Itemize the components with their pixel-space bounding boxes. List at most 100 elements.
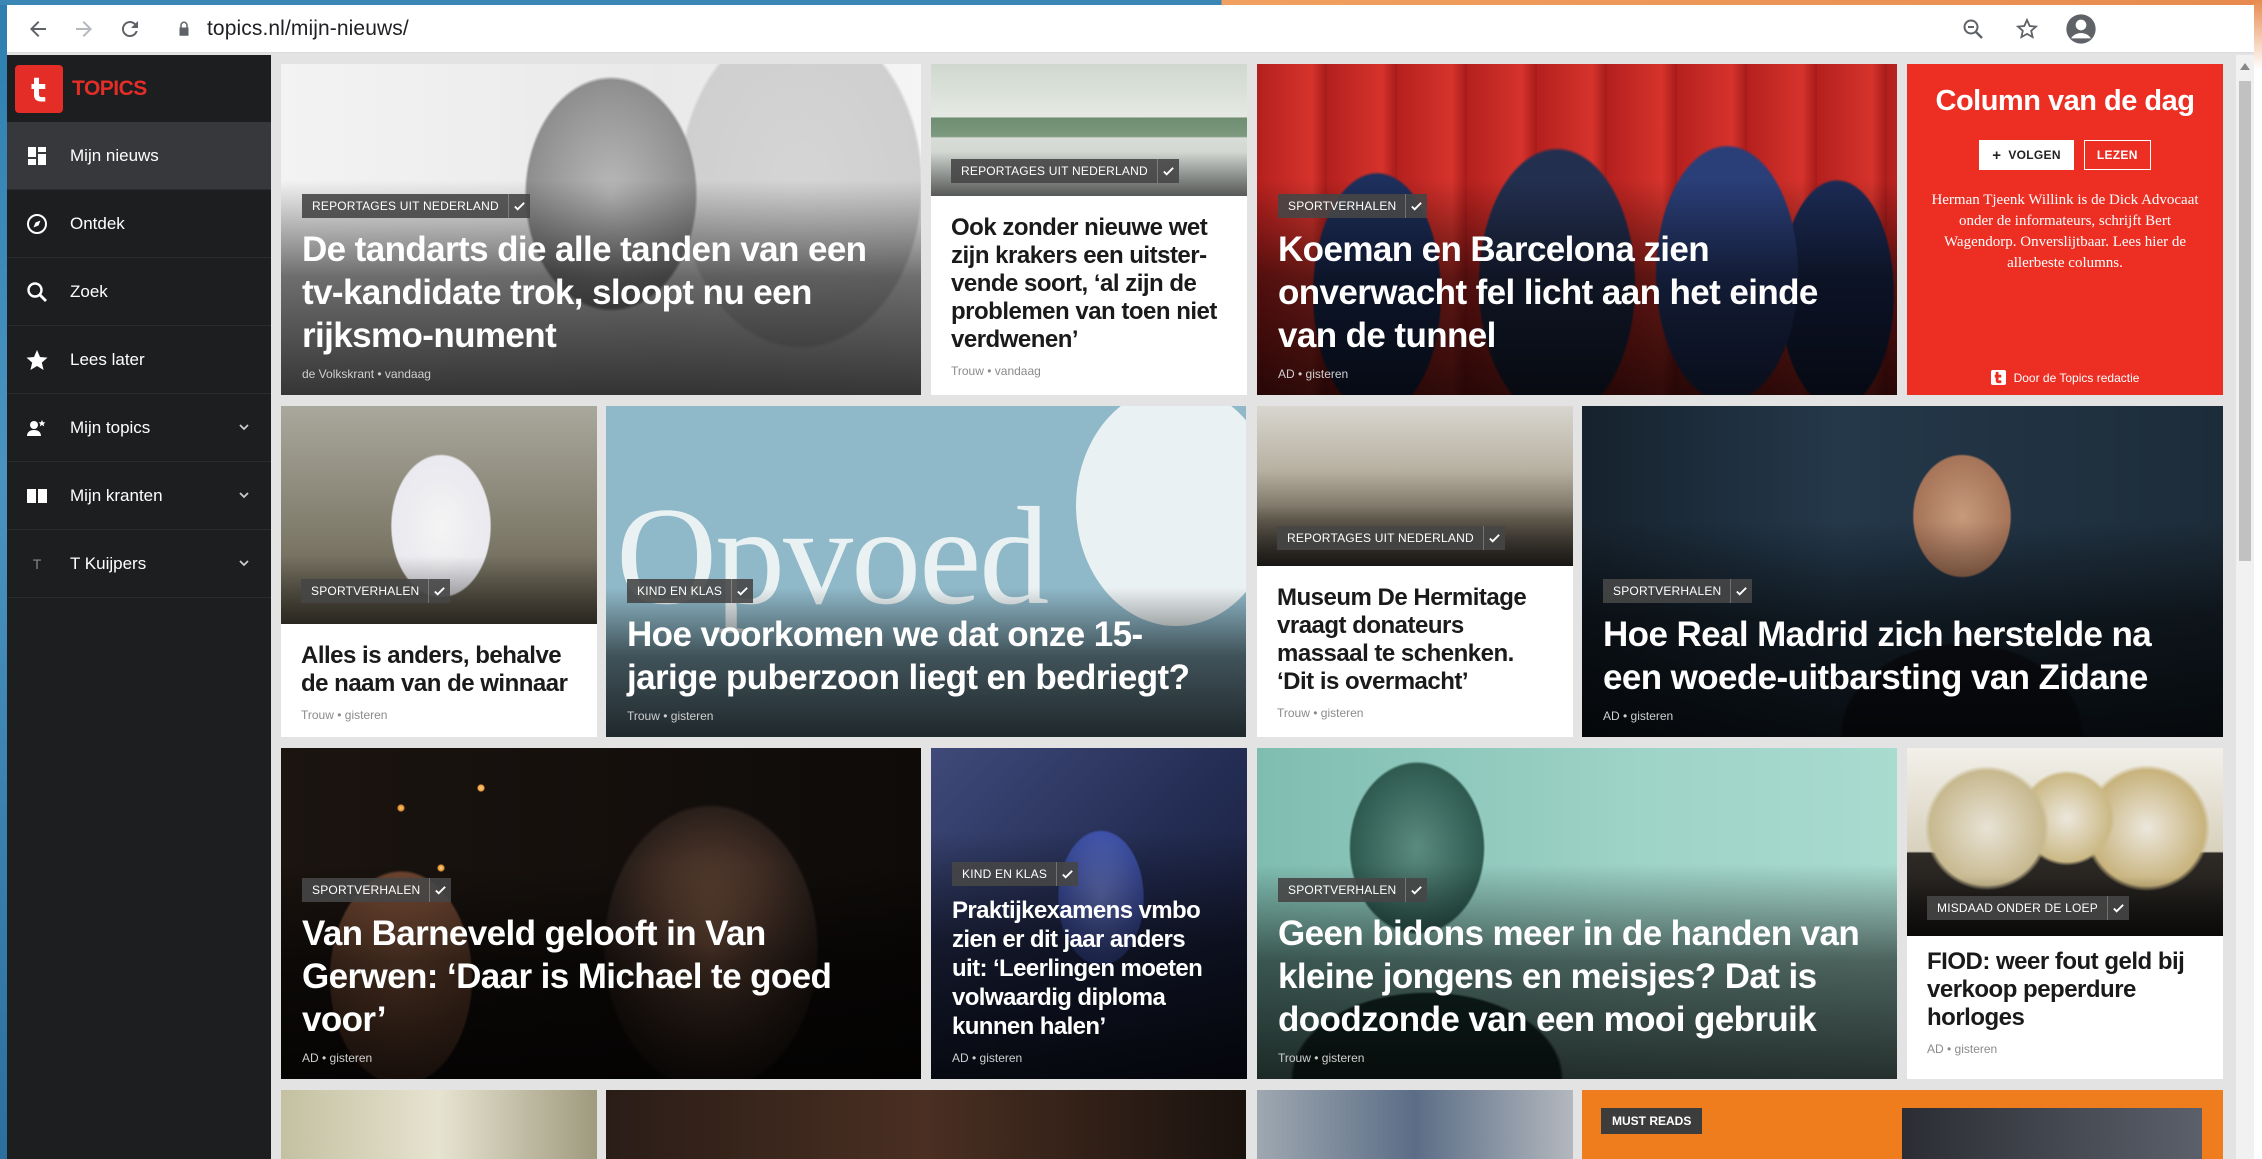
- article-card[interactable]: [281, 1090, 597, 1159]
- t-logo-icon: [31, 77, 46, 101]
- article-card[interactable]: Sportverhalen Koeman en Barcelona zien o…: [1257, 64, 1897, 395]
- check-icon: [428, 579, 450, 603]
- chevron-down-icon: [239, 492, 249, 499]
- sidebar-item-zoek[interactable]: Zoek: [7, 258, 271, 326]
- article-title: Hoe voorkomen we dat onze 15-jarige pube…: [627, 615, 1190, 697]
- check-icon: [1730, 579, 1752, 603]
- bookmark-button[interactable]: [2004, 6, 2050, 52]
- sidebar-item-mijn-nieuws[interactable]: Mijn nieuws: [7, 122, 271, 190]
- article-card[interactable]: Sportverhalen Alles is anders, behalve d…: [281, 406, 597, 737]
- reload-icon: [121, 20, 138, 37]
- article-card[interactable]: [606, 1090, 1246, 1159]
- sidebar-item-label: Mijn kranten: [70, 485, 163, 505]
- desktop-background-left: [0, 0, 7, 1159]
- desktop-background-right: [2254, 0, 2262, 1159]
- article-card[interactable]: Reportages uit Nederland Ook zonder nieu…: [931, 64, 1247, 395]
- logo-text: TOPICS: [72, 76, 147, 100]
- article-card[interactable]: Sportverhalen Geen bidons meer in de han…: [1257, 748, 1897, 1079]
- article-card[interactable]: Sportverhalen Van Barneveld gelooft in V…: [281, 748, 921, 1079]
- back-button[interactable]: [15, 6, 61, 52]
- article-meta: Trouw • vandaag: [951, 364, 1041, 378]
- article-title: FIOD: weer fout geld bij verkoop peperdu…: [1927, 948, 2185, 1031]
- column-footer: Door de Topics redactie: [1907, 370, 2223, 385]
- article-meta: Trouw • gisteren: [1278, 1051, 1365, 1065]
- check-icon: [1156, 159, 1179, 183]
- chevron-down-icon: [239, 424, 249, 431]
- search-icon: [24, 279, 50, 305]
- article-meta: AD • gisteren: [952, 1051, 1023, 1065]
- sidebar: TOPICS Mijn nieuws Ontdek Zoek Lees late…: [7, 55, 271, 1159]
- compass-icon: [24, 211, 50, 237]
- category-tag[interactable]: Sportverhalen: [302, 878, 452, 902]
- sidebar-item-label: Mijn nieuws: [70, 145, 159, 165]
- category-tag[interactable]: Sportverhalen: [1278, 878, 1428, 902]
- read-button[interactable]: LEZEN: [2083, 140, 2151, 170]
- news-grid: Reportages uit Nederland De tandarts die…: [271, 55, 2241, 1159]
- article-image: [1257, 1090, 1573, 1159]
- chevron-down-icon: [239, 560, 249, 567]
- column-description: Herman Tjeenk Willink is de Dick Advocaa…: [1931, 192, 2199, 271]
- article-card[interactable]: Misdaad onder de loep FIOD: weer fout ge…: [1907, 748, 2223, 1079]
- sidebar-item-label: Mijn topics: [70, 417, 151, 437]
- article-title: Museum De Hermitage vraagt donateurs mas…: [1277, 584, 1527, 695]
- article-card[interactable]: Kind en klas Praktijkexamens vmbo zien e…: [931, 748, 1247, 1079]
- category-tag[interactable]: Sportverhalen: [1278, 194, 1428, 218]
- article-image: [606, 1090, 1246, 1159]
- newspapers-icon: [24, 483, 50, 509]
- article-title: Ook zonder nieuwe wet zijn krakers een u…: [951, 214, 1217, 353]
- zoom-button[interactable]: [1950, 6, 1996, 52]
- category-tag[interactable]: Kind en klas: [952, 862, 1079, 886]
- category-tag[interactable]: Reportages uit Nederland: [1277, 526, 1505, 550]
- user-topics-icon: [24, 415, 50, 441]
- category-tag[interactable]: Kind en klas: [627, 579, 754, 603]
- topics-logo[interactable]: TOPICS: [7, 55, 271, 122]
- article-meta: Trouw • gisteren: [627, 709, 714, 723]
- sidebar-item-ontdek[interactable]: Ontdek: [7, 190, 271, 258]
- zoom-out-icon: [1963, 19, 1983, 39]
- scrollbar-thumb[interactable]: [2239, 81, 2251, 561]
- article-card[interactable]: Sportverhalen Hoe Real Madrid zich herst…: [1582, 406, 2223, 737]
- dashboard-icon: [24, 143, 50, 169]
- article-card[interactable]: Reportages uit Nederland De tandarts die…: [281, 64, 921, 395]
- must-reads-card[interactable]: MUST READS: [1582, 1090, 2223, 1159]
- star-outline-icon: [2015, 17, 2039, 39]
- scroll-up-arrow-icon[interactable]: [2240, 63, 2250, 70]
- page-scrollbar[interactable]: [2236, 55, 2254, 1159]
- arrow-left-icon: [30, 20, 46, 37]
- category-tag[interactable]: Reportages uit Nederland: [302, 194, 530, 218]
- address-bar[interactable]: topics.nl/mijn-nieuws/: [161, 17, 1950, 41]
- article-meta: Trouw • gisteren: [1277, 706, 1364, 720]
- category-tag[interactable]: Sportverhalen: [1603, 579, 1753, 603]
- category-tag[interactable]: Sportverhalen: [301, 579, 451, 603]
- check-icon: [1405, 878, 1427, 902]
- sidebar-item-lees-later[interactable]: Lees later: [7, 326, 271, 394]
- lock-icon: [179, 21, 189, 36]
- column-of-the-day-card[interactable]: Column van de dag + VOLGEN LEZEN Herman T…: [1907, 64, 2223, 395]
- article-meta: de Volkskrant • vandaag: [302, 367, 431, 381]
- url-text: topics.nl/mijn-nieuws/: [207, 16, 409, 40]
- must-reads-tag: MUST READS: [1601, 1108, 1703, 1134]
- forward-button[interactable]: [61, 6, 107, 52]
- sidebar-item-account[interactable]: T T Kuijpers: [7, 530, 271, 598]
- arrow-right-icon: [76, 20, 92, 37]
- article-card[interactable]: Opvoed Kind en klas Hoe voorkomen we dat…: [606, 406, 1246, 737]
- follow-button[interactable]: + VOLGEN: [1979, 140, 2074, 170]
- check-icon: [429, 878, 451, 902]
- category-tag[interactable]: Reportages uit Nederland: [951, 159, 1179, 183]
- article-meta: Trouw • gisteren: [301, 708, 388, 722]
- profile-button[interactable]: [2058, 6, 2104, 52]
- sidebar-item-mijn-topics[interactable]: Mijn topics: [7, 394, 271, 462]
- column-title: Column van de dag: [1935, 85, 2195, 117]
- check-icon: [507, 194, 530, 218]
- browser-toolbar: topics.nl/mijn-nieuws/: [7, 5, 2254, 53]
- article-card[interactable]: Reportages uit Nederland Museum De Hermi…: [1257, 406, 1573, 737]
- sidebar-item-mijn-kranten[interactable]: Mijn kranten: [7, 462, 271, 530]
- star-icon: [24, 347, 50, 373]
- check-icon: [1405, 194, 1427, 218]
- article-card[interactable]: [1257, 1090, 1573, 1159]
- sidebar-item-label: Ontdek: [70, 213, 125, 233]
- category-tag[interactable]: Misdaad onder de loep: [1927, 896, 2129, 920]
- reload-button[interactable]: [107, 6, 153, 52]
- topics-small-logo-icon: [1990, 370, 2006, 385]
- article-meta: AD • gisteren: [1927, 1042, 1998, 1056]
